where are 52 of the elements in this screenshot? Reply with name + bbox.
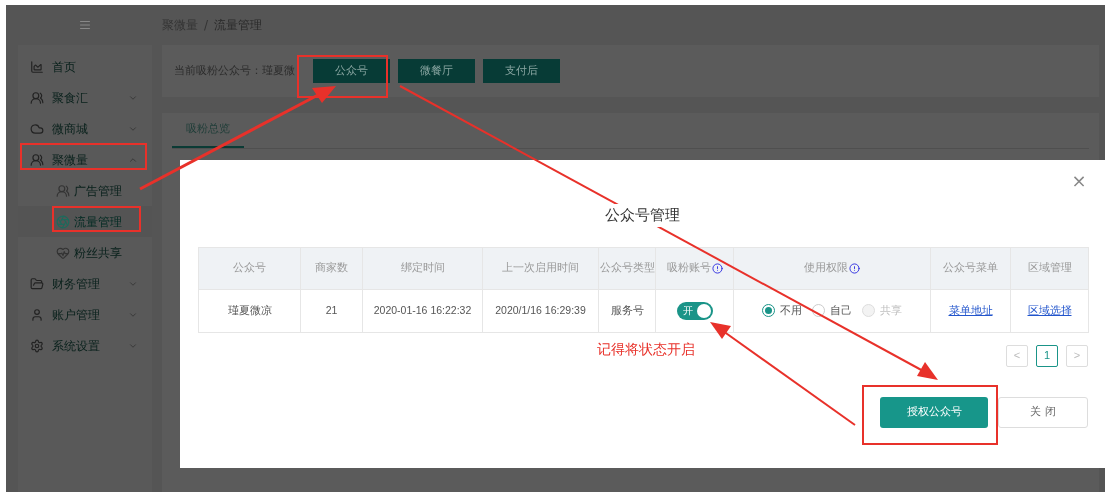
- authorize-button[interactable]: 授权公众号: [880, 396, 988, 428]
- breadcrumb-separator: /: [204, 17, 209, 34]
- column-header: 商家数: [300, 247, 363, 289]
- table-cell: 2020-01-16 16:22:32: [373, 303, 472, 316]
- close-dialog-button[interactable]: 关 闭: [998, 396, 1088, 428]
- table-cell: 2020/1/16 16:29:39: [495, 303, 586, 316]
- next-page-button[interactable]: >: [1066, 344, 1088, 367]
- column-header: 公众号: [198, 247, 301, 289]
- sidebar-subitem[interactable]: 广告管理: [18, 175, 152, 206]
- modal-title: 公众号管理: [603, 204, 682, 227]
- table-link[interactable]: 区域选择: [1027, 303, 1072, 316]
- column-header: 吸粉账号: [655, 247, 734, 289]
- circle-icon: [56, 214, 70, 229]
- close-button[interactable]: ×: [1071, 172, 1087, 190]
- toggle-switch[interactable]: 开: [676, 301, 713, 320]
- sidebar-item[interactable]: 聚微量: [18, 144, 152, 175]
- sidebar-subitem[interactable]: 粉丝共享: [18, 237, 152, 268]
- table-cell: 21: [325, 303, 338, 316]
- column-header: 使用权限: [733, 247, 931, 289]
- account-type-button[interactable]: 支付后: [483, 59, 560, 83]
- column-header: 区域管理: [1010, 247, 1089, 289]
- people-icon: [30, 152, 44, 167]
- annotation-note: 记得将状态开启: [597, 340, 695, 359]
- sidebar-item[interactable]: 首页: [18, 51, 152, 82]
- heart-pulse-icon: [56, 245, 70, 260]
- sidebar-item[interactable]: 财务管理: [18, 268, 152, 299]
- sidebar-item[interactable]: 账户管理: [18, 299, 152, 330]
- people-icon: [56, 183, 70, 198]
- table-cell: 瑾夏微凉: [227, 303, 272, 316]
- table-link[interactable]: 菜单地址: [948, 303, 993, 316]
- radio-option[interactable]: 自己: [812, 302, 852, 319]
- cloud-icon: [30, 121, 44, 136]
- radio-option[interactable]: 不用: [762, 302, 802, 319]
- settings-icon: [30, 338, 44, 353]
- user-icon: [30, 307, 44, 322]
- column-header: 绑定时间: [362, 247, 483, 289]
- previous-page-button[interactable]: <: [1006, 344, 1028, 367]
- account-type-button[interactable]: 微餐厅: [398, 59, 475, 83]
- column-header: 上一次启用时间: [482, 247, 599, 289]
- sidebar-item[interactable]: 系统设置: [18, 330, 152, 361]
- people-icon: [30, 90, 44, 105]
- sidebar-item[interactable]: 聚食汇: [18, 82, 152, 113]
- info-icon[interactable]: [849, 262, 860, 274]
- column-header: 公众号类型: [598, 247, 656, 289]
- chart-icon: [30, 59, 44, 74]
- account-type-button[interactable]: 公众号: [313, 59, 390, 83]
- column-header: 公众号菜单: [930, 247, 1011, 289]
- folder-icon: [30, 276, 44, 291]
- page-button[interactable]: 1: [1036, 344, 1058, 367]
- info-icon[interactable]: [711, 262, 723, 274]
- table-cell: 服务号: [610, 303, 644, 316]
- sidebar-item[interactable]: 微商城: [18, 113, 152, 144]
